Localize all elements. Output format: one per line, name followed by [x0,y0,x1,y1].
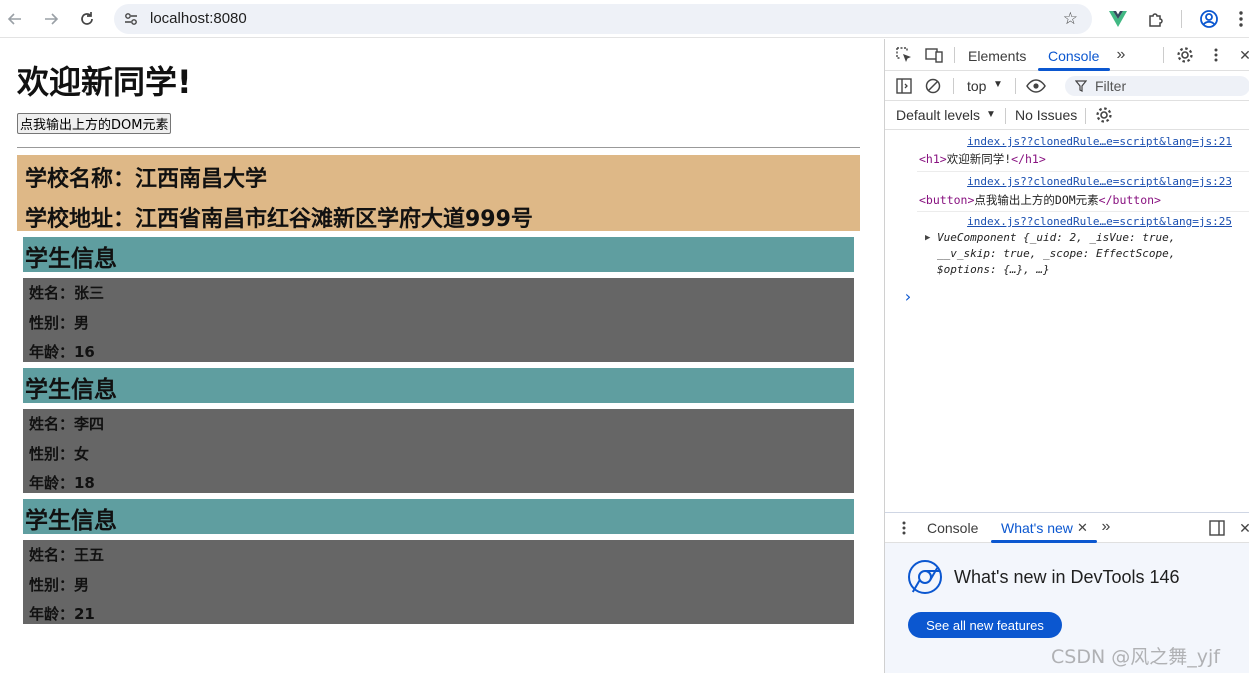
browser-toolbar: localhost:8080 ☆ [0,0,1249,38]
toolbar-divider [953,78,954,94]
student-gender: 性别：男 [29,314,90,332]
forward-icon[interactable] [40,8,62,30]
browser-menu-icon[interactable] [1236,9,1246,29]
student-age: 年龄：18 [29,474,95,492]
context-selector[interactable]: top [967,78,986,94]
log-separator [917,171,1249,172]
html-tag: </h1> [1011,152,1046,166]
html-tag: <h1> [919,152,947,166]
console-log-entry[interactable]: <h1>欢迎新同学!</h1> [919,151,1046,167]
student-title: 学生信息 [23,237,854,272]
devtools-menu-icon[interactable] [1206,45,1226,65]
student-title-text: 学生信息 [25,377,117,403]
student-name: 姓名：张三 [29,284,105,302]
extensions-puzzle-icon[interactable] [1146,9,1166,29]
console-toolbar: top ▼ Filter [885,71,1249,101]
more-tabs-chevron-icon[interactable]: » [1096,517,1116,537]
student-title-text: 学生信息 [25,508,117,534]
html-tag: <button> [919,193,975,207]
toolbar-divider [1085,108,1086,124]
watermark-text: CSDN @风之舞_yjf [1051,646,1220,668]
close-drawer-icon[interactable]: ✕ [1235,518,1249,538]
student-title-text: 学生信息 [25,246,117,272]
page-heading: 欢迎新同学! [17,63,192,101]
divider [17,147,860,148]
dropdown-arrow-icon[interactable]: ▼ [986,109,996,120]
toolbar-divider [1015,78,1016,94]
drawer-tab-bar: Console What's new ✕ » ✕ [885,513,1249,543]
student-title: 学生信息 [23,368,854,403]
drawer-tab-console[interactable]: Console [927,520,978,536]
address-bar[interactable]: localhost:8080 ☆ [114,4,1092,34]
devtools-tab-bar: Elements Console » ✕ [885,39,1249,71]
site-info-icon[interactable] [122,10,140,28]
student-card: 姓名：王五 性别：男 年龄：21 [23,540,854,624]
filter-placeholder: Filter [1095,78,1127,94]
student-card: 姓名：李四 性别：女 年龄：18 [23,409,854,493]
reload-icon[interactable] [76,8,98,30]
tab-elements[interactable]: Elements [968,48,1026,64]
student-gender: 性别：男 [29,576,90,594]
vue-component-object[interactable]: VueComponent {_uid: 2, _isVue: true, __v… [937,230,1237,278]
log-text: 欢迎新同学! [946,152,1012,166]
close-tab-icon[interactable]: ✕ [1077,520,1088,536]
dock-side-icon[interactable] [1207,518,1227,538]
html-tag: </button> [1098,193,1161,207]
console-prompt-icon[interactable]: › [903,287,913,306]
chrome-devtools-logo-icon [907,559,943,595]
school-info-block: 学校名称：江西南昌大学 学校地址：江西省南昌市红谷滩新区学府大道999号 [17,155,860,232]
device-toolbar-icon[interactable] [924,45,944,65]
toolbar-divider [1005,108,1006,124]
close-devtools-icon[interactable]: ✕ [1235,45,1249,65]
settings-gear-icon[interactable] [1175,45,1195,65]
school-address: 学校地址：江西省南昌市红谷滩新区学府大道999号 [25,207,533,232]
issues-counter[interactable]: No Issues [1015,107,1077,123]
live-expression-eye-icon[interactable] [1026,76,1046,96]
see-all-features-button[interactable]: See all new features [908,612,1062,638]
back-icon[interactable] [4,8,26,30]
school-name: 学校名称：江西南昌大学 [25,167,268,192]
student-name: 姓名：李四 [29,415,105,433]
tab-divider [954,47,955,63]
drawer-menu-icon[interactable] [894,518,914,538]
devtools-panel: Elements Console » ✕ top ▼ Filter Defaul… [884,39,1249,673]
log-text: 点我输出上方的DOM元素 [974,193,1099,207]
student-card: 姓名：张三 性别：男 年龄：16 [23,278,854,362]
tab-console[interactable]: Console [1048,48,1099,64]
dropdown-arrow-icon[interactable]: ▼ [993,79,1003,90]
console-source-link[interactable]: index.js??clonedRule…e=script&lang=js:25 [967,215,1232,228]
inspect-element-icon[interactable] [894,45,914,65]
student-title: 学生信息 [23,499,854,534]
profile-icon[interactable] [1199,9,1219,29]
console-log-entry[interactable]: <button>点我输出上方的DOM元素</button> [919,192,1161,208]
log-separator [917,211,1249,212]
vue-devtools-extension-icon[interactable] [1108,9,1128,29]
drawer-tab-whats-new[interactable]: What's new [1001,520,1073,536]
url-text[interactable]: localhost:8080 [150,10,247,27]
more-tabs-chevron-icon[interactable]: » [1111,45,1131,65]
console-source-link[interactable]: index.js??clonedRule…e=script&lang=js:23 [967,175,1232,188]
page-viewport: 欢迎新同学! 点我输出上方的DOM元素 学校名称：江西南昌大学 学校地址：江西省… [0,39,884,673]
console-toolbar-secondary: Default levels ▼ No Issues [885,101,1249,130]
log-levels-dropdown[interactable]: Default levels [896,107,980,123]
console-output: index.js??clonedRule…e=script&lang=js:21… [885,130,1249,510]
active-tab-indicator [991,540,1097,543]
bookmark-star-icon[interactable]: ☆ [1063,9,1078,29]
print-dom-button[interactable]: 点我输出上方的DOM元素 [17,113,172,134]
student-gender: 性别：女 [29,445,90,463]
expand-triangle-icon[interactable]: ▶ [925,233,930,243]
clear-console-icon[interactable] [923,76,943,96]
console-settings-gear-icon[interactable] [1094,105,1114,125]
student-age: 年龄：21 [29,605,95,623]
tab-divider [1163,47,1164,63]
whats-new-title: What's new in DevTools 146 [954,567,1180,587]
student-age: 年龄：16 [29,343,95,361]
toolbar-divider [1181,10,1182,28]
sidebar-toggle-icon[interactable] [894,76,914,96]
student-name: 姓名：王五 [29,546,105,564]
filter-icon [1075,80,1087,92]
console-filter-input[interactable]: Filter [1065,76,1249,96]
console-source-link[interactable]: index.js??clonedRule…e=script&lang=js:21 [967,135,1232,148]
